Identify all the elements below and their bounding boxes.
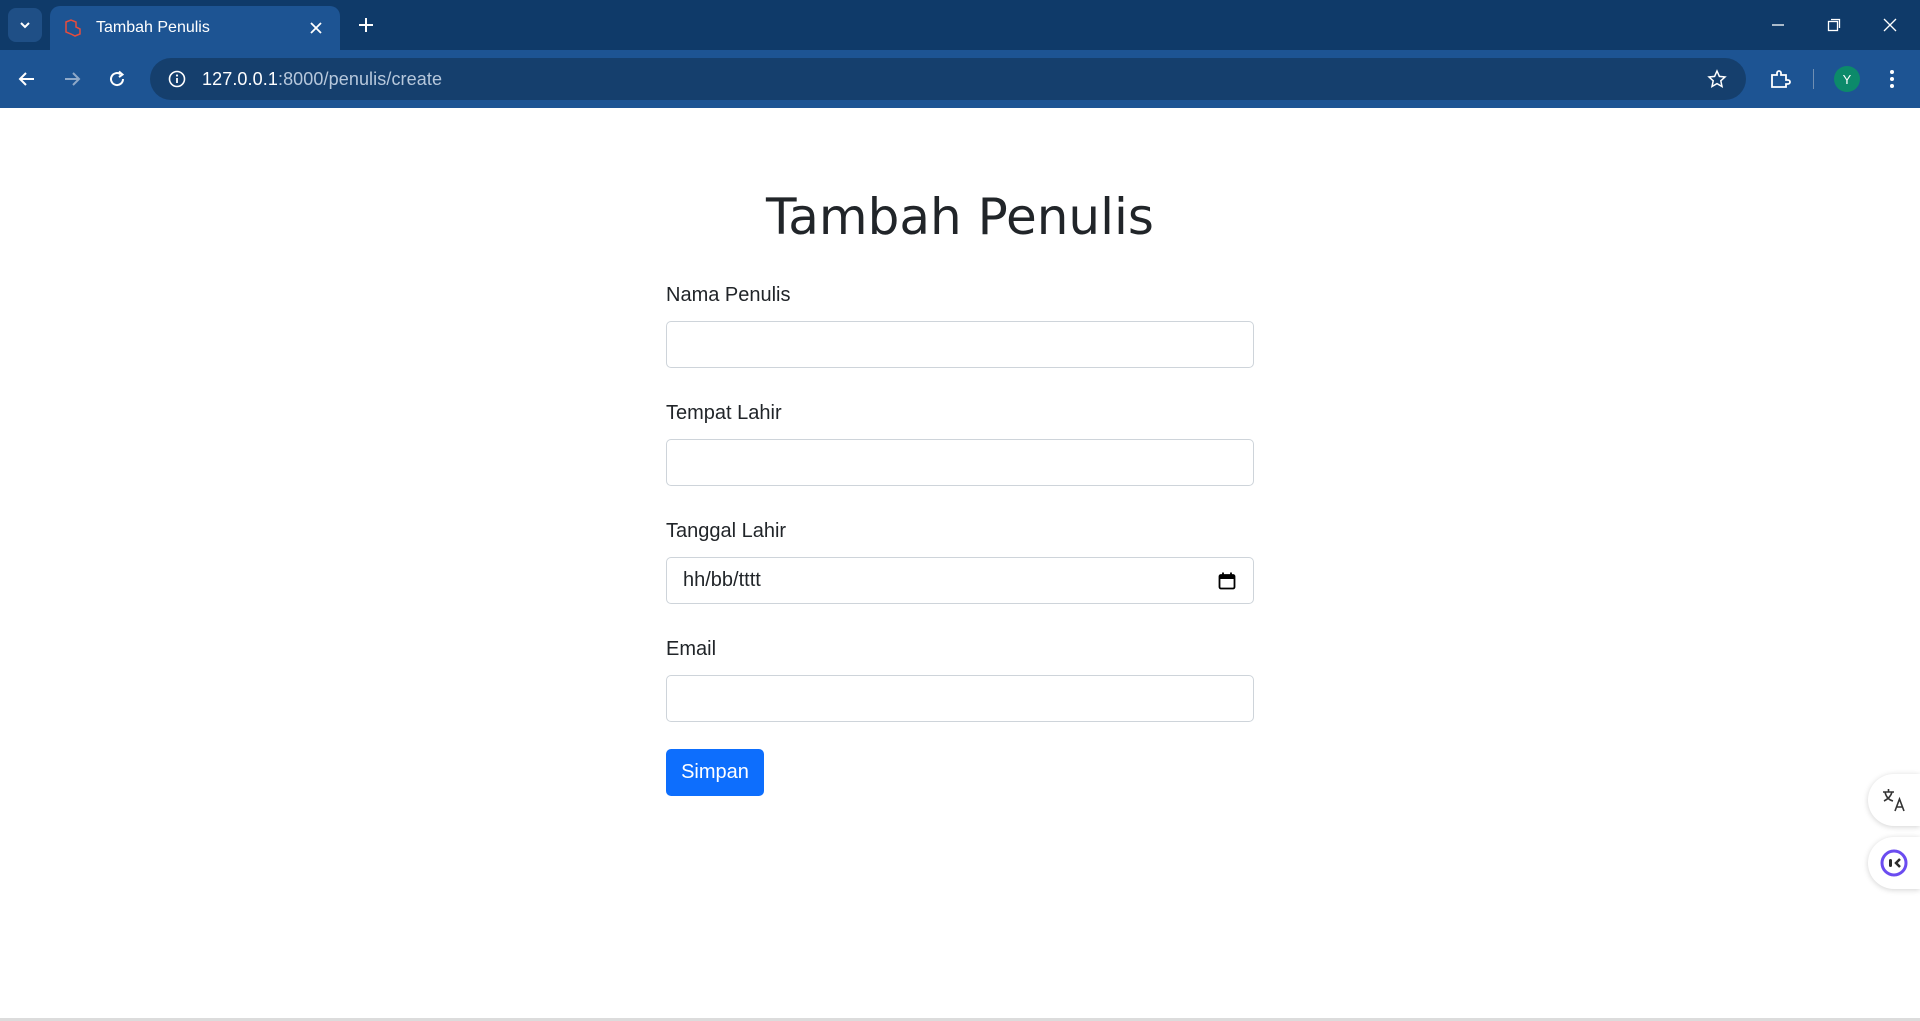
minimize-button[interactable] <box>1750 0 1806 50</box>
tanggal-lahir-input[interactable]: hh/bb/tttt <box>666 557 1254 604</box>
new-tab-button[interactable] <box>352 11 380 39</box>
tanggal-lahir-label: Tanggal Lahir <box>666 520 787 542</box>
close-icon <box>1883 18 1897 32</box>
forward-button[interactable] <box>54 61 90 97</box>
active-tab[interactable]: Tambah Penulis <box>50 6 340 50</box>
url-text: 127.0.0.1:8000/penulis/create <box>202 68 443 89</box>
back-button[interactable] <box>9 61 45 97</box>
translate-widget[interactable] <box>1868 774 1920 826</box>
email-input[interactable] <box>666 675 1254 722</box>
tempat-lahir-label: Tempat Lahir <box>666 402 782 424</box>
profile-avatar[interactable]: Y <box>1834 66 1860 92</box>
nama-penulis-input[interactable] <box>666 321 1254 368</box>
page-title: Tambah Penulis <box>766 188 1154 246</box>
bookmark-star-icon[interactable] <box>1702 64 1732 94</box>
translate-icon <box>1883 789 1905 812</box>
reload-button[interactable] <box>99 61 135 97</box>
menu-button[interactable] <box>1874 61 1910 97</box>
site-info-icon[interactable] <box>162 64 192 94</box>
email-label: Email <box>666 638 717 660</box>
arrow-left-icon <box>18 72 34 86</box>
minimize-icon <box>1772 24 1784 26</box>
plus-icon <box>359 18 373 32</box>
assistant-bot-icon <box>1880 849 1908 877</box>
close-tab-icon[interactable] <box>304 16 328 40</box>
calendar-icon[interactable] <box>1217 571 1237 591</box>
address-bar[interactable]: 127.0.0.1:8000/penulis/create <box>150 58 1746 100</box>
toolbar-divider <box>1813 69 1814 89</box>
chevron-down-icon <box>20 22 30 29</box>
form-group-nama-penulis: Nama Penulis <box>666 283 1254 368</box>
page-content: Tambah Penulis Nama Penulis Tempat Lahir… <box>0 108 1920 1021</box>
close-window-button[interactable] <box>1862 0 1918 50</box>
nama-penulis-label: Nama Penulis <box>666 284 791 306</box>
kebab-menu-icon <box>1890 70 1894 88</box>
arrow-right-icon <box>65 72 81 86</box>
extensions-button[interactable] <box>1762 61 1798 97</box>
tab-strip: Tambah Penulis <box>0 0 1920 50</box>
restore-button[interactable] <box>1806 0 1862 50</box>
tempat-lahir-input[interactable] <box>666 439 1254 486</box>
reload-icon <box>110 70 125 87</box>
date-placeholder: hh/bb/tttt <box>683 569 761 591</box>
assistant-widget[interactable] <box>1868 837 1920 889</box>
tab-title: Tambah Penulis <box>96 19 210 36</box>
puzzle-icon <box>1771 70 1791 88</box>
form-group-tempat-lahir: Tempat Lahir <box>666 401 1254 486</box>
form-group-tanggal-lahir: Tanggal Lahir hh/bb/tttt <box>666 519 1254 604</box>
tab-search-button[interactable] <box>8 8 42 42</box>
laravel-favicon-icon <box>62 17 84 39</box>
simpan-button[interactable]: Simpan <box>666 749 764 796</box>
restore-icon <box>1827 18 1841 32</box>
browser-toolbar: 127.0.0.1:8000/penulis/create Y <box>0 50 1920 108</box>
form-group-email: Email <box>666 637 1254 722</box>
